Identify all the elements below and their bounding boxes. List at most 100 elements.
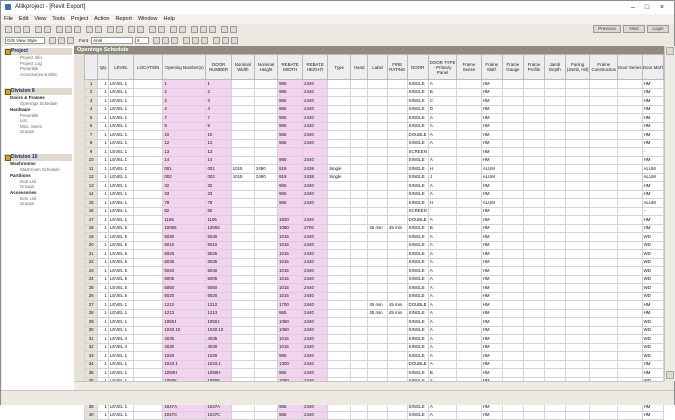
nav-item[interactable]: Accessories & Misc <box>4 72 72 78</box>
row-number[interactable]: 23 <box>83 266 99 276</box>
table-cell[interactable]: HM <box>480 223 503 233</box>
table-cell[interactable] <box>230 249 255 259</box>
table-cell[interactable]: HM <box>480 249 503 259</box>
table-cell[interactable] <box>350 121 369 131</box>
table-cell[interactable] <box>522 291 545 301</box>
table-cell[interactable]: A <box>427 257 458 267</box>
table-cell[interactable] <box>564 130 591 140</box>
table-cell[interactable] <box>522 410 545 420</box>
table-cell[interactable] <box>133 155 164 165</box>
table-cell[interactable] <box>543 130 566 140</box>
table-cell[interactable] <box>350 351 369 361</box>
table-cell[interactable] <box>350 172 369 182</box>
table-cell[interactable] <box>456 113 482 123</box>
table-cell[interactable] <box>617 308 643 318</box>
table-cell[interactable] <box>367 206 388 216</box>
table-row[interactable]: 16 1 LEVEL 1 82 82 SCREEN HM - <box>83 206 665 216</box>
table-cell[interactable]: 1 <box>97 181 109 191</box>
table-row[interactable]: 12 1 LEVEL 1 002 002 1015 2490 919 2438 Single SIN… <box>83 172 665 182</box>
table-cell[interactable] <box>230 87 255 97</box>
table-cell[interactable] <box>617 223 643 233</box>
table-cell[interactable] <box>589 206 619 216</box>
table-cell[interactable]: SINGLE <box>406 410 429 420</box>
table-cell[interactable]: HM <box>641 87 665 97</box>
table-cell[interactable] <box>133 359 164 369</box>
table-row[interactable]: 31 1 LEVEL 4 4035 4035 1015 2440 SINGLE A HM WD <box>83 334 665 344</box>
table-cell[interactable] <box>522 274 545 284</box>
table-cell[interactable] <box>456 300 482 310</box>
table-cell[interactable] <box>367 164 388 174</box>
table-cell[interactable] <box>230 300 255 310</box>
table-cell[interactable] <box>327 155 352 165</box>
table-cell[interactable]: SINGLE <box>406 104 429 114</box>
table-cell[interactable] <box>133 351 164 361</box>
table-cell[interactable] <box>522 172 545 182</box>
table-cell[interactable] <box>543 104 566 114</box>
table-cell[interactable] <box>253 215 279 225</box>
table-cell[interactable]: WD <box>641 283 665 293</box>
table-cell[interactable] <box>522 342 545 352</box>
row-number[interactable]: 2 <box>83 87 99 97</box>
table-cell[interactable] <box>564 206 591 216</box>
table-cell[interactable] <box>589 257 619 267</box>
table-cell[interactable] <box>327 300 352 310</box>
table-cell[interactable] <box>589 359 619 369</box>
table-cell[interactable] <box>617 155 643 165</box>
column-header[interactable]: Frame Mat'l <box>480 54 503 80</box>
row-number[interactable]: 25 <box>83 283 99 293</box>
table-cell[interactable]: SINGLE <box>406 113 429 123</box>
table-cell[interactable] <box>543 181 566 191</box>
table-cell[interactable] <box>327 257 352 267</box>
table-cell[interactable]: HM <box>641 300 665 310</box>
row-number[interactable]: 1 <box>83 79 99 89</box>
table-cell[interactable] <box>253 368 279 378</box>
table-cell[interactable] <box>501 266 524 276</box>
table-cell[interactable] <box>522 334 545 344</box>
table-cell[interactable]: HM <box>480 189 503 199</box>
table-cell[interactable]: A <box>427 325 458 335</box>
table-cell[interactable]: LEVEL 5 <box>107 223 135 233</box>
table-cell[interactable]: LEVEL 1 <box>107 215 135 225</box>
table-cell[interactable] <box>253 96 279 106</box>
table-row[interactable]: 7 1 LEVEL 1 10 10 965 2440 DOUBLE A HM HM <box>83 130 665 140</box>
table-row[interactable]: 28 1 LEVEL 1 1213 1213 965 2440 45 min 45 min SIN… <box>83 308 665 318</box>
table-cell[interactable] <box>350 87 369 97</box>
row-number[interactable]: 18 <box>83 223 99 233</box>
table-cell[interactable]: 2440 <box>302 342 329 352</box>
help-icon[interactable] <box>221 26 228 33</box>
table-cell[interactable] <box>589 164 619 174</box>
table-cell[interactable] <box>253 257 279 267</box>
table-cell[interactable] <box>350 155 369 165</box>
table-cell[interactable]: 965 <box>277 351 304 361</box>
table-cell[interactable] <box>501 359 524 369</box>
new-icon[interactable] <box>5 26 12 33</box>
menu-tools[interactable]: Tools <box>49 14 68 24</box>
table-cell[interactable]: 1 <box>97 410 109 420</box>
table-cell[interactable] <box>617 232 643 242</box>
table-cell[interactable]: SINGLE <box>406 249 429 259</box>
row-number[interactable]: 12 <box>83 172 99 182</box>
table-cell[interactable] <box>327 198 352 208</box>
table-cell[interactable] <box>564 79 591 89</box>
table-cell[interactable]: LEVEL 1 <box>107 325 135 335</box>
table-cell[interactable]: 1 <box>97 138 109 148</box>
table-row[interactable]: 9 1 LEVEL 1 13 13 SCREEN HM - <box>83 147 665 157</box>
table-cell[interactable]: ALUM <box>480 172 503 182</box>
row-number[interactable]: 19 <box>83 232 99 242</box>
table-cell[interactable] <box>350 223 369 233</box>
table-cell[interactable]: 001 <box>162 164 207 174</box>
table-cell[interactable]: A <box>427 359 458 369</box>
table-cell[interactable]: 1015 <box>277 240 304 250</box>
table-cell[interactable]: 2490 <box>253 164 279 174</box>
table-cell[interactable]: HM <box>641 104 665 114</box>
table-cell[interactable] <box>501 317 524 327</box>
table-cell[interactable]: 1 <box>97 291 109 301</box>
table-cell[interactable] <box>617 104 643 114</box>
table-cell[interactable]: LEVEL 5 <box>107 232 135 242</box>
table-cell[interactable]: HM <box>480 79 503 89</box>
table-cell[interactable] <box>543 121 566 131</box>
table-cell[interactable] <box>253 240 279 250</box>
table-cell[interactable]: Single <box>327 164 352 174</box>
table-cell[interactable]: 1830 <box>277 215 304 225</box>
table-cell[interactable]: SINGLE <box>406 317 429 327</box>
